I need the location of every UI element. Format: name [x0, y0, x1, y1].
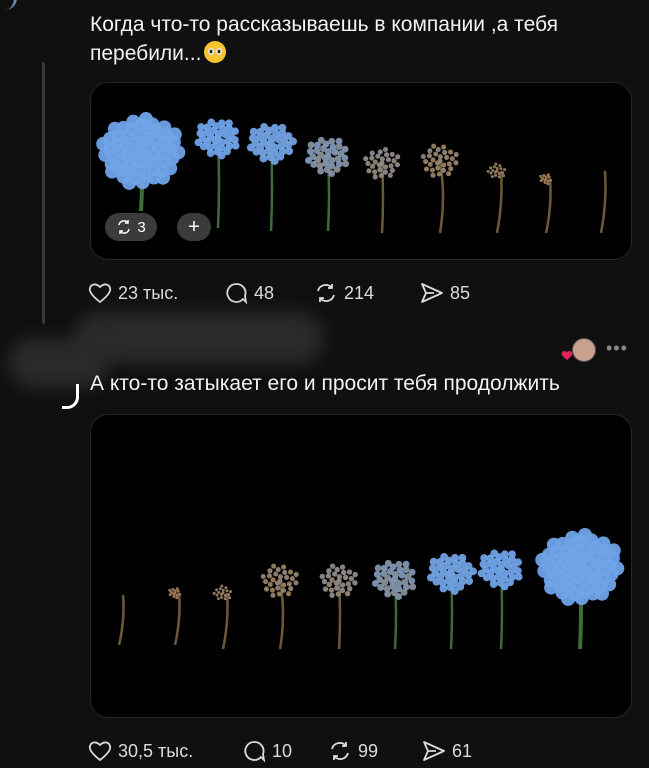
- flower-2: [212, 584, 233, 650]
- flower-1: [194, 118, 240, 229]
- flower-0: [96, 111, 186, 212]
- post-1-media[interactable]: 3 +: [90, 82, 632, 260]
- flower-5: [371, 559, 417, 650]
- comment-button[interactable]: 10: [242, 740, 328, 762]
- flower-0: [117, 594, 125, 646]
- like-button[interactable]: 23 тыс.: [88, 282, 224, 304]
- repost-button[interactable]: 99: [328, 740, 422, 762]
- flower-7: [477, 549, 523, 650]
- heart-icon: [88, 283, 112, 304]
- flower-2: [246, 122, 298, 232]
- repost-count-pill[interactable]: 3: [105, 213, 157, 241]
- flower-4: [363, 146, 401, 234]
- send-icon: [423, 741, 445, 761]
- flower-8: [599, 170, 607, 234]
- repost-icon: [317, 284, 335, 302]
- post-2-actions: 30,5 тыс. 10 99 61: [88, 740, 472, 762]
- send-icon: [421, 283, 443, 303]
- comment-count: 48: [254, 282, 275, 303]
- pleading-face-icon: [204, 41, 227, 63]
- post-1-actions: 23 тыс. 48 214 85: [88, 282, 470, 304]
- flower-6: [486, 162, 507, 234]
- flower-5: [420, 143, 459, 234]
- more-options-button[interactable]: •••: [606, 338, 628, 359]
- share-button[interactable]: 85: [420, 282, 470, 304]
- comment-button[interactable]: 48: [224, 282, 314, 304]
- like-count: 30,5 тыс.: [118, 740, 194, 761]
- add-button[interactable]: +: [177, 213, 211, 241]
- share-count: 61: [452, 740, 473, 761]
- like-count: 23 тыс.: [118, 282, 179, 303]
- reply-connector: [62, 384, 79, 409]
- repost-count-label: 3: [137, 218, 146, 236]
- share-count: 85: [450, 282, 471, 303]
- avatar[interactable]: [572, 338, 596, 362]
- flower-3: [304, 136, 350, 232]
- repost-icon: [118, 220, 131, 234]
- like-button[interactable]: 30,5 тыс.: [88, 740, 242, 762]
- flower-6: [426, 552, 478, 650]
- flower-1: [168, 587, 182, 646]
- thread-line: [42, 62, 45, 324]
- repost-icon: [331, 742, 349, 760]
- comment-icon: [244, 741, 266, 762]
- post-1-line-1: Когда что-то рассказываешь в компании ,а…: [90, 13, 558, 36]
- repost-count: 214: [344, 282, 375, 303]
- flower-7: [539, 173, 553, 234]
- repost-count: 99: [358, 740, 379, 761]
- wilting-flowers-image: [96, 111, 607, 234]
- comment-count: 10: [272, 740, 293, 761]
- redacted-username: [74, 312, 324, 364]
- flower-3: [260, 563, 299, 650]
- comment-icon: [226, 283, 248, 304]
- heart-badge-icon: [561, 351, 573, 360]
- post-2-media[interactable]: [90, 414, 632, 718]
- reviving-flowers-image: [117, 527, 625, 650]
- flower-8: [535, 527, 625, 650]
- post-2-text: А кто-то затыкает его и просит тебя прод…: [90, 372, 560, 395]
- share-button[interactable]: 61: [422, 740, 472, 762]
- thread-avatar-edge: [0, 0, 17, 10]
- flower-4: [319, 563, 358, 650]
- repost-button[interactable]: 214: [314, 282, 420, 304]
- post-1-line-2: перебили...: [90, 42, 202, 65]
- heart-icon: [88, 741, 112, 762]
- post-1-text: Когда что-то рассказываешь в компании ,а…: [90, 10, 558, 68]
